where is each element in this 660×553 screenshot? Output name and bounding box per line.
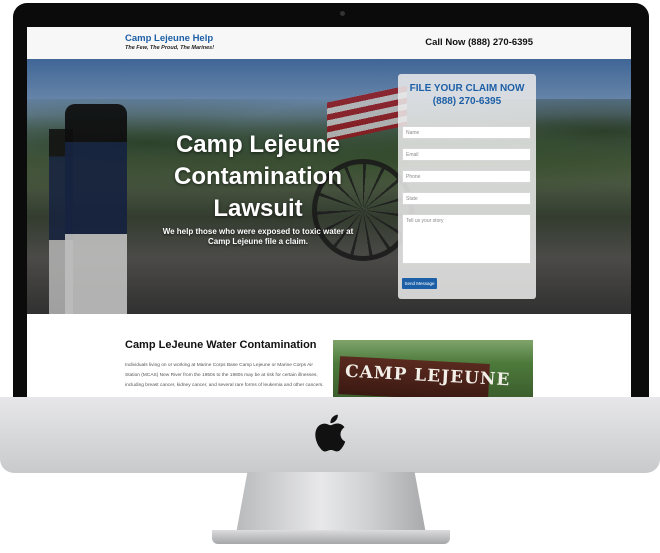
name-field[interactable]: Name xyxy=(402,126,531,139)
send-message-button[interactable]: Send Message xyxy=(402,278,437,289)
monitor-chin xyxy=(0,397,660,473)
website-screen: Camp Lejeune Help The Few, The Proud, Th… xyxy=(27,27,631,398)
brand-tagline: The Few, The Proud, The Marines! xyxy=(125,45,215,51)
hero-subtitle: We help those who were exposed to toxic … xyxy=(162,227,354,246)
form-heading: FILE YOUR CLAIM NOW xyxy=(409,83,525,94)
claim-form: FILE YOUR CLAIM NOW (888) 270-6395 Name … xyxy=(398,74,536,299)
brand-name: Camp Lejeune Help xyxy=(125,33,214,44)
hero-banner: Camp Lejeune Contamination Lawsuit We he… xyxy=(27,59,631,314)
phone-field[interactable]: Phone xyxy=(402,170,531,183)
section-title: Camp LeJeune Water Contamination xyxy=(125,339,317,351)
section-body-text: Individuals living on or working at Mari… xyxy=(125,363,324,388)
site-header: Camp Lejeune Help The Few, The Proud, Th… xyxy=(27,27,631,59)
brand-logo[interactable]: Camp Lejeune Help The Few, The Proud, Th… xyxy=(125,33,214,51)
form-phone-number[interactable]: (888) 270-6395 xyxy=(398,96,536,107)
monitor-base xyxy=(212,530,450,544)
apple-logo-icon xyxy=(315,414,346,452)
call-now-phone-link[interactable]: Call Now (888) 270-6395 xyxy=(425,37,533,48)
state-field[interactable]: State xyxy=(402,192,531,205)
hero-title: Camp Lejeune Contamination Lawsuit xyxy=(174,131,342,222)
webcam-icon xyxy=(340,11,345,16)
story-textarea[interactable]: Tell us your story xyxy=(402,214,531,264)
monitor-stand xyxy=(236,472,426,534)
email-field[interactable]: Email xyxy=(402,148,531,161)
camp-lejeune-sign-photo: CAMP LEJEUNE xyxy=(333,340,533,398)
